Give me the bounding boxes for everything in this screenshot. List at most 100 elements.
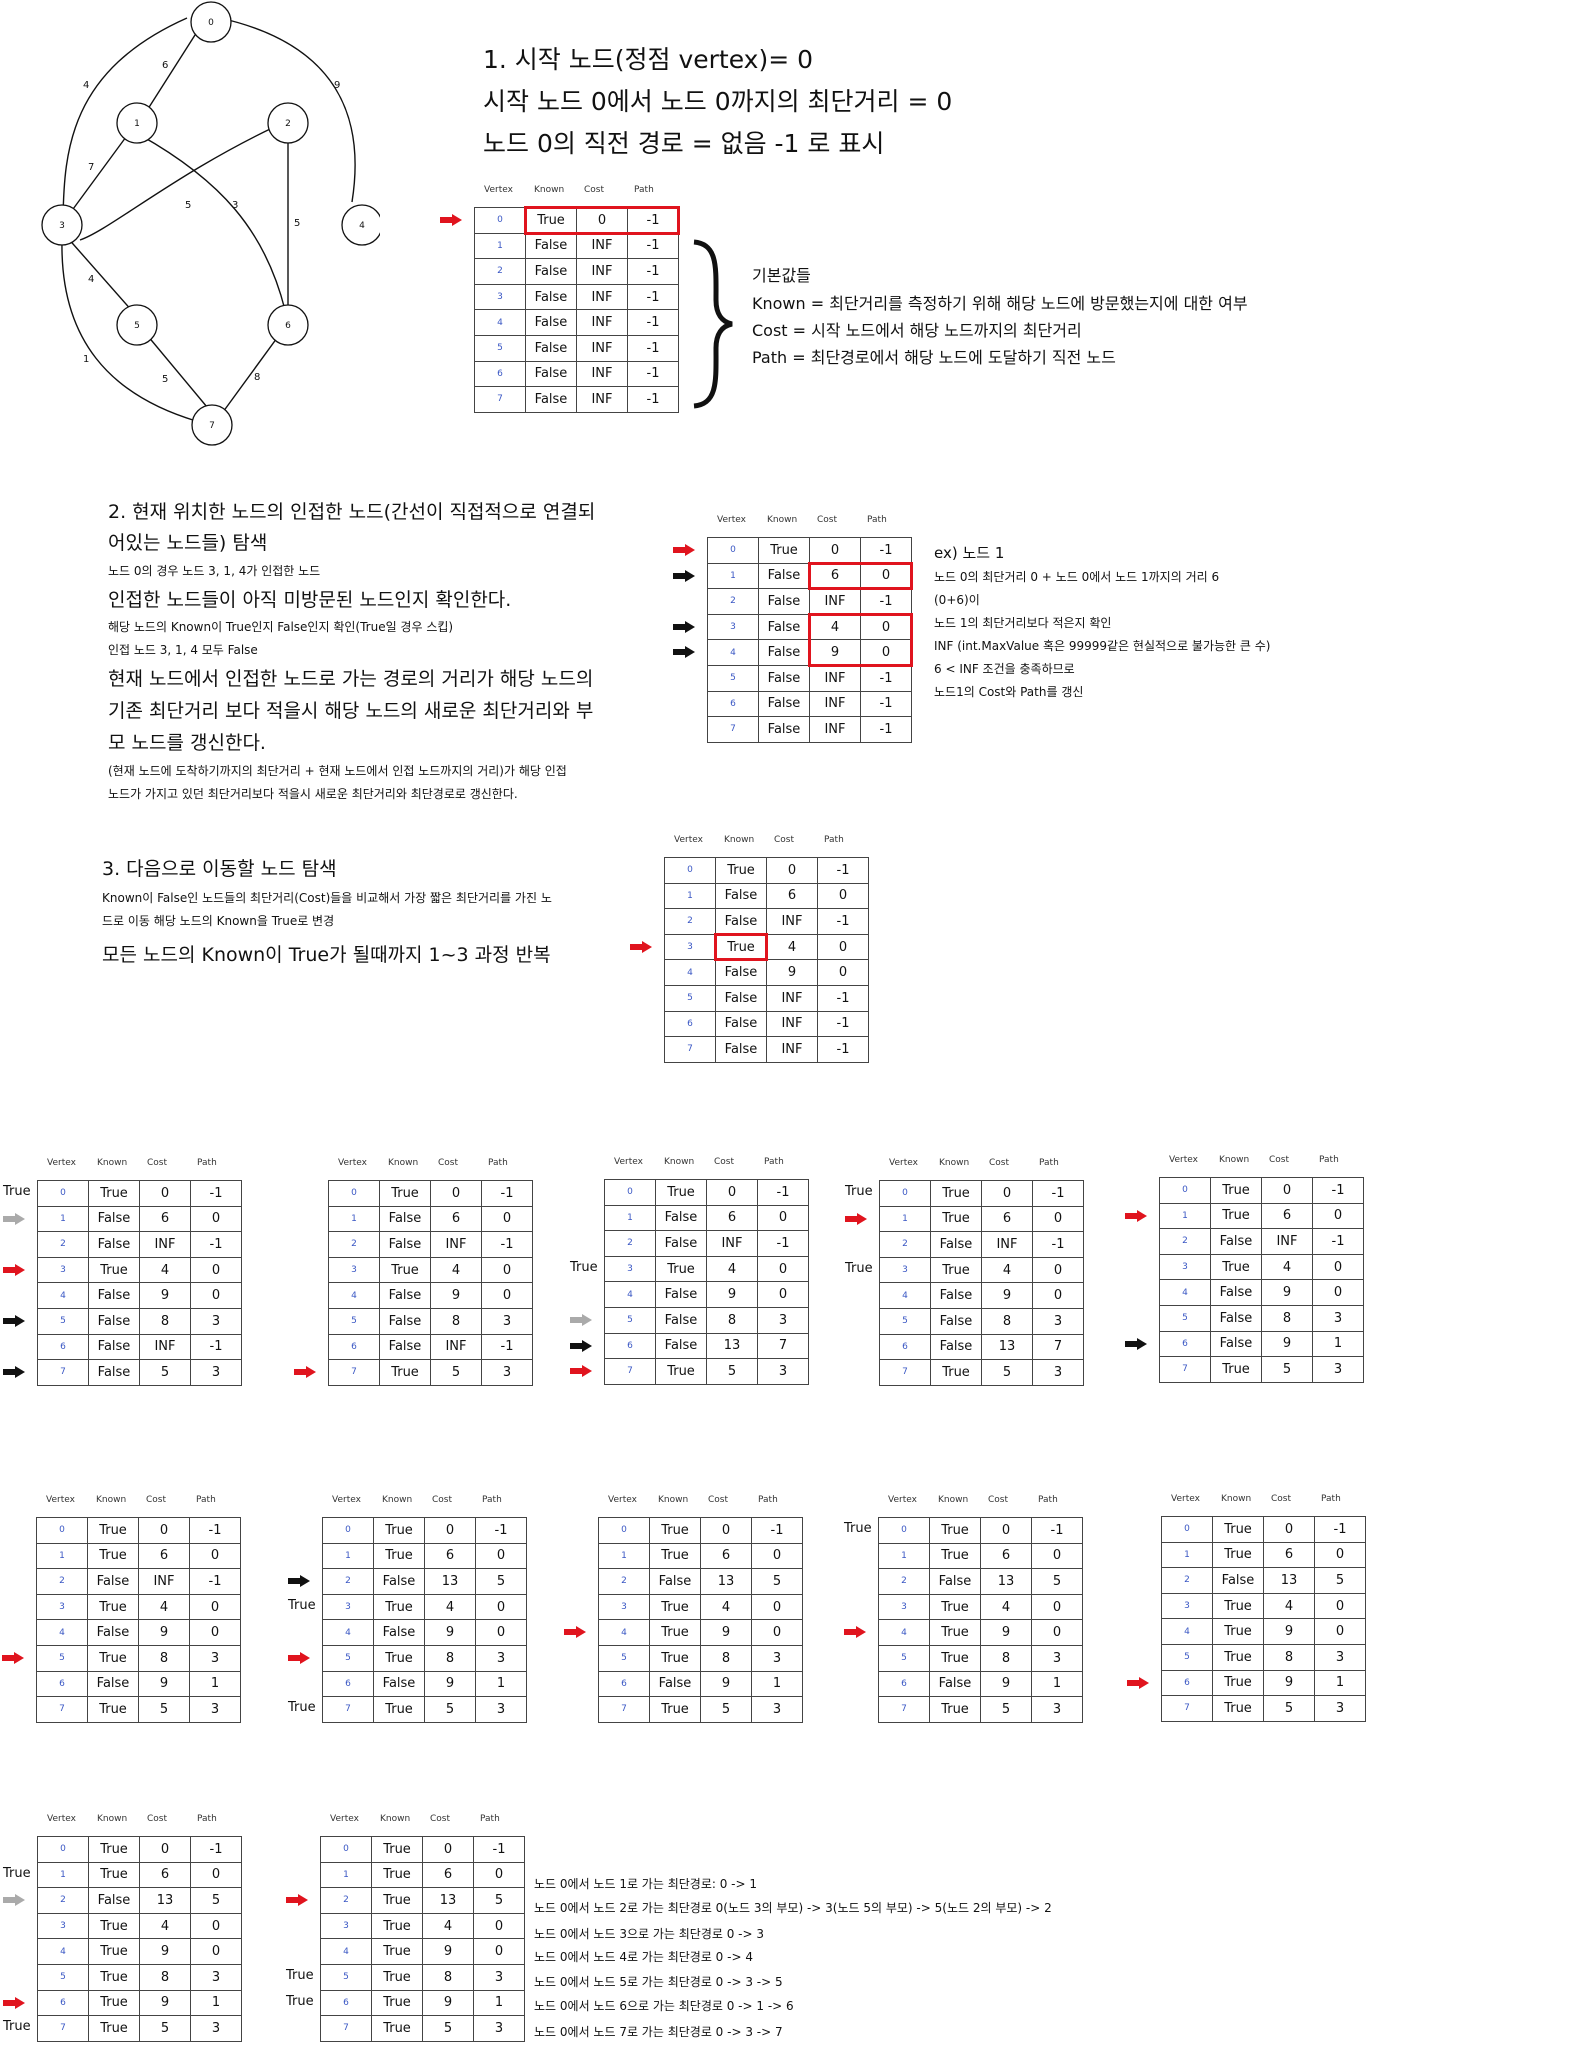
known-cell: True — [1212, 1516, 1264, 1543]
known-cell: True — [87, 1644, 139, 1672]
table-row: 6 False 9 1 — [598, 1670, 803, 1698]
known-cell: True — [758, 537, 810, 564]
vertex-cell: 0 — [328, 1180, 380, 1207]
path-cell: 3 — [190, 1307, 242, 1335]
known-cell: False — [1210, 1304, 1262, 1332]
vertex-cell: 0 — [322, 1517, 374, 1544]
edge-1-6 — [139, 134, 286, 311]
cost-cell: 6 — [981, 1205, 1033, 1233]
table-row: 6 False INF -1 — [707, 690, 912, 718]
step1-line: 노드 0의 직전 경로 = 없음 -1 로 표시 — [483, 129, 885, 158]
vertex-cell: 1 — [604, 1204, 656, 1232]
table-row: 2 False 13 5 — [322, 1568, 527, 1595]
pointer-arrow-icon — [845, 1212, 867, 1225]
path-cell: -1 — [1314, 1516, 1366, 1543]
vertex-cell: 5 — [37, 1963, 89, 1991]
table-row: 3 True 4 0 — [604, 1255, 809, 1283]
cost-cell: 4 — [424, 1593, 476, 1621]
vertex-cell: 6 — [707, 690, 759, 718]
path-cell: 3 — [190, 1963, 242, 1991]
known-cell: False — [930, 1282, 982, 1309]
step2-line: 모 노드를 갱신한다. — [108, 732, 266, 754]
column-header: Cost — [1271, 1494, 1292, 1504]
path-cell: 3 — [475, 1644, 527, 1672]
cost-cell: 8 — [700, 1644, 752, 1672]
known-cell: False — [758, 716, 810, 743]
vertex-cell: 3 — [664, 933, 716, 961]
cost-cell: 9 — [706, 1281, 758, 1308]
known-cell: False — [715, 984, 767, 1012]
path-cell: 3 — [189, 1696, 241, 1723]
state-table: Vertex Known Cost Path 0 True 0 -1 1 True 6 0 2 False… — [598, 1495, 803, 1723]
path-cell: 0 — [190, 1282, 242, 1309]
known-cell: False — [1212, 1567, 1264, 1594]
known-cell: True — [371, 1989, 423, 2017]
vertex-cell: 3 — [1159, 1253, 1211, 1281]
vertex-cell: 0 — [707, 537, 759, 564]
cost-cell: INF — [139, 1231, 191, 1258]
example-title: ex) 노드 1 — [934, 544, 1005, 562]
vertex-cell: 0 — [664, 857, 716, 884]
example-line: 노드1의 Cost와 Path를 갱신 — [934, 685, 1084, 699]
cost-cell: 6 — [706, 1204, 758, 1232]
vertex-cell: 4 — [37, 1938, 89, 1965]
path-cell: 1 — [189, 1670, 241, 1698]
column-header: Path — [1321, 1494, 1341, 1504]
path-cell: 3 — [481, 1359, 533, 1386]
cost-cell: 4 — [1263, 1592, 1315, 1620]
table-row: 7 True 5 3 — [604, 1358, 809, 1385]
node-label: 7 — [209, 421, 215, 431]
known-cell: False — [758, 690, 810, 718]
vertex-cell: 6 — [36, 1670, 88, 1698]
cost-cell: INF — [809, 664, 861, 692]
column-header: Known — [97, 1158, 128, 1168]
state-table: Vertex Known Cost Path 0 True 0 -1 1 True 6 0 2 True 1… — [320, 1814, 525, 2042]
known-cell: False — [88, 1307, 140, 1335]
vertex-cell: 4 — [1161, 1618, 1213, 1645]
path-cell: 3 — [1031, 1644, 1083, 1672]
cost-cell: 13 — [424, 1568, 476, 1595]
table-row: 5 True 8 3 — [320, 1963, 525, 1991]
table-row: 5 True 8 3 — [36, 1644, 241, 1672]
path-cell: 3 — [1312, 1304, 1364, 1332]
result-line: 노드 0에서 노드 6으로 가는 최단경로 0 -> 1 -> 6 — [534, 1999, 794, 2013]
table-row: 2 False 13 5 — [1161, 1567, 1366, 1594]
vertex-cell: 6 — [604, 1332, 656, 1360]
path-cell: 0 — [1312, 1279, 1364, 1306]
table-row: 3 True 4 0 — [320, 1912, 525, 1940]
vertex-table: 0 True 0 -1 1 True 6 0 2 False 13 5 3 True 4 0 4 True 9 0 5 T… — [1161, 1516, 1366, 1722]
path-cell: 5 — [190, 1887, 242, 1914]
table-row: 4 False 9 0 — [664, 959, 869, 986]
path-cell: 0 — [1312, 1253, 1364, 1281]
known-cell: False — [373, 1619, 425, 1646]
known-cell: True — [929, 1542, 981, 1570]
cost-cell: 8 — [430, 1307, 482, 1335]
pointer-arrow-icon — [294, 1366, 316, 1379]
cost-cell: INF — [138, 1568, 190, 1595]
vertex-cell: 5 — [604, 1306, 656, 1334]
cost-cell: INF — [766, 908, 818, 935]
known-cell: True — [371, 1912, 423, 1940]
table-row: 4 False 9 0 — [707, 639, 912, 666]
pointer-arrow-icon — [440, 214, 462, 226]
known-cell: True — [525, 207, 577, 234]
vertex-cell: 4 — [707, 639, 759, 666]
table-row: 4 True 9 0 — [598, 1619, 803, 1646]
row-side-label: True — [286, 1968, 314, 1983]
known-cell: True — [929, 1644, 981, 1672]
column-header: Vertex — [1171, 1494, 1200, 1504]
known-cell: False — [758, 664, 810, 692]
path-cell: 0 — [189, 1542, 241, 1570]
table-row: 6 True 9 1 — [320, 1989, 525, 2017]
cost-cell: 13 — [139, 1887, 191, 1914]
path-cell: -1 — [817, 1036, 869, 1063]
table-header: Vertex Known Cost Path — [707, 515, 912, 529]
step2-line: (현재 노드에 도착하기까지의 최단거리 + 현재 노드에서 인접 노드까지의 … — [108, 764, 567, 778]
known-cell: True — [1212, 1592, 1264, 1620]
path-cell: -1 — [1032, 1231, 1084, 1258]
path-cell: 3 — [1032, 1307, 1084, 1335]
table-row: 1 True 6 0 — [878, 1542, 1083, 1570]
vertex-cell: 1 — [879, 1205, 931, 1233]
known-cell: False — [655, 1281, 707, 1308]
vertex-cell: 1 — [1159, 1202, 1211, 1230]
